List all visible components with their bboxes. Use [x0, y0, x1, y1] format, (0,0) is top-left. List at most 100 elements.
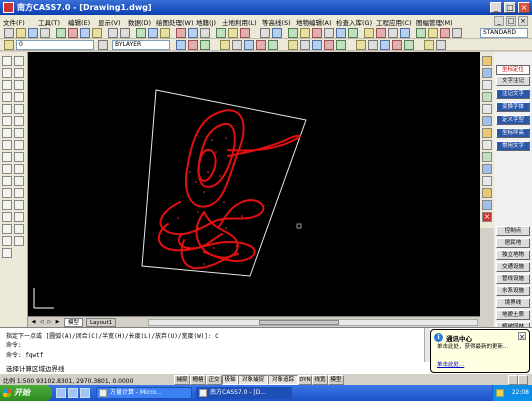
right-tool-3-icon[interactable] [482, 80, 492, 90]
region-tool-icon[interactable] [2, 236, 12, 246]
panel-item-common-text[interactable]: 常用文字 [496, 141, 530, 151]
preview-icon[interactable] [56, 28, 66, 38]
right-tool-8-icon[interactable] [482, 140, 492, 150]
model-toggle[interactable]: 模型 [328, 375, 344, 385]
volume-icon[interactable] [392, 40, 402, 50]
mdi-restore-button[interactable]: □ [506, 16, 516, 26]
menu-file[interactable]: 文件(F) [3, 17, 25, 27]
area-icon[interactable] [228, 28, 238, 38]
spline-tool-icon[interactable] [2, 152, 12, 162]
horizontal-scrollbar[interactable] [148, 319, 478, 326]
make-current-icon[interactable] [98, 40, 108, 50]
mdi-close-button[interactable]: × [518, 16, 528, 26]
menu-contour[interactable]: 等高线(S) [262, 17, 291, 27]
rotate-tool-icon[interactable] [14, 128, 24, 138]
break-icon[interactable] [388, 28, 398, 38]
cut-icon[interactable] [68, 28, 78, 38]
panel-item-pipeline[interactable]: 管线设施 [496, 274, 530, 284]
mtext-icon[interactable] [324, 40, 334, 50]
save-icon[interactable] [28, 28, 38, 38]
tab-first-icon[interactable]: ◀ [30, 319, 37, 326]
menu-cadastre[interactable]: 地籍(J) [196, 17, 216, 27]
panel-item-residential[interactable]: 居民地 [496, 238, 530, 248]
quicklaunch-folder-icon[interactable] [80, 388, 90, 398]
taskbar-item-cass[interactable]: 南方CASS7.0 - [D... [196, 387, 292, 399]
layer-combo[interactable]: 0 [16, 40, 94, 50]
zoom-icon[interactable] [148, 28, 158, 38]
tab-next-icon[interactable]: ▷ [46, 319, 53, 326]
panel-item-define-font[interactable]: 定义字型 [496, 115, 530, 125]
lineweight-toggle[interactable]: 线宽 [312, 375, 328, 385]
section-icon[interactable] [404, 40, 414, 50]
menu-data[interactable]: 数据(D) [128, 17, 151, 27]
ellipse-arc-tool-icon[interactable] [2, 176, 12, 186]
scale-tool-icon[interactable] [14, 140, 24, 150]
explode-tool-icon[interactable] [14, 236, 24, 246]
circle-tool-icon[interactable] [2, 128, 12, 138]
minimize-button[interactable]: _ [490, 2, 502, 13]
polyline-tool-icon[interactable] [2, 80, 12, 90]
break-tool-icon[interactable] [14, 188, 24, 198]
hatch-icon[interactable] [268, 40, 278, 50]
properties-icon[interactable] [176, 28, 186, 38]
open-icon[interactable] [16, 28, 26, 38]
tab-prev-icon[interactable]: ◁ [38, 319, 45, 326]
panel-item-water[interactable]: 水系设施 [496, 286, 530, 296]
rotate-icon[interactable] [324, 28, 334, 38]
right-tool-9-icon[interactable] [482, 152, 492, 162]
panel-item-coord-elevation[interactable]: 坐标坪高 [496, 128, 530, 138]
panel-item-boundary[interactable]: 境界线 [496, 298, 530, 308]
stretch-tool-icon[interactable] [14, 152, 24, 162]
menu-feature-edit[interactable]: 地物编辑(A) [296, 17, 332, 27]
polygon-tool-icon[interactable] [2, 92, 12, 102]
panel-item-traffic[interactable]: 交通设施 [496, 262, 530, 272]
menu-edit[interactable]: 编辑(E) [68, 17, 90, 27]
design-center-icon[interactable] [188, 28, 198, 38]
chamfer-tool-icon[interactable] [14, 212, 24, 222]
dimension-icon[interactable] [336, 40, 346, 50]
copy-icon[interactable] [80, 28, 90, 38]
right-tool-4-icon[interactable] [482, 92, 492, 102]
polar-toggle[interactable]: 极轴 [222, 375, 238, 385]
explode-icon[interactable] [428, 28, 438, 38]
mtext-tool-icon[interactable] [2, 248, 12, 258]
line-tool-icon[interactable] [2, 56, 12, 66]
right-tool-10-icon[interactable] [482, 164, 492, 174]
panel-item-note-text[interactable]: 注记文字 [496, 89, 530, 99]
start-button[interactable]: 开始 [0, 385, 52, 401]
right-tool-13-icon[interactable] [482, 200, 492, 210]
insert-block-tool-icon[interactable] [2, 188, 12, 198]
color-combo[interactable]: BYLAYER [112, 40, 170, 50]
edit-text-icon[interactable] [300, 28, 310, 38]
refresh-icon[interactable] [424, 40, 434, 50]
panel-item-text-note[interactable]: 文字注记 [496, 76, 530, 86]
hatch-tool-icon[interactable] [2, 224, 12, 234]
make-block-tool-icon[interactable] [2, 200, 12, 210]
settings-icon[interactable] [436, 40, 446, 50]
panel-item-change-font[interactable]: 变换字体 [496, 102, 530, 112]
linetype-icon[interactable] [176, 40, 186, 50]
osnap-toggle[interactable]: 对象捕捉 [238, 375, 268, 385]
redo-icon[interactable] [120, 28, 130, 38]
polyline-icon[interactable] [220, 40, 230, 50]
arc-icon[interactable] [232, 40, 242, 50]
fillet-tool-icon[interactable] [14, 224, 24, 234]
right-tool-11-icon[interactable] [482, 176, 492, 186]
layer-tool-icon[interactable] [260, 28, 270, 38]
help-icon[interactable] [200, 28, 210, 38]
list-icon[interactable] [240, 28, 250, 38]
arc-tool-icon[interactable] [2, 116, 12, 126]
print-icon[interactable] [40, 28, 50, 38]
taskbar-item-word[interactable]: 方量计算 - Micro... [96, 387, 192, 399]
mirror-icon[interactable] [452, 28, 462, 38]
scrollbar-thumb[interactable] [259, 320, 339, 325]
menu-landuse[interactable]: 土地利用(L) [222, 17, 257, 27]
right-tool-1-icon[interactable] [482, 56, 492, 66]
text-style-combo[interactable]: STANDARD [480, 28, 528, 38]
right-tool-12-icon[interactable] [482, 188, 492, 198]
status-tray-menu-icon[interactable] [518, 375, 528, 385]
status-tray-lock-icon[interactable] [508, 375, 518, 385]
mirror-tool-icon[interactable] [14, 80, 24, 90]
measure-icon[interactable] [216, 28, 226, 38]
menu-tools[interactable]: 工具(T) [38, 17, 60, 27]
